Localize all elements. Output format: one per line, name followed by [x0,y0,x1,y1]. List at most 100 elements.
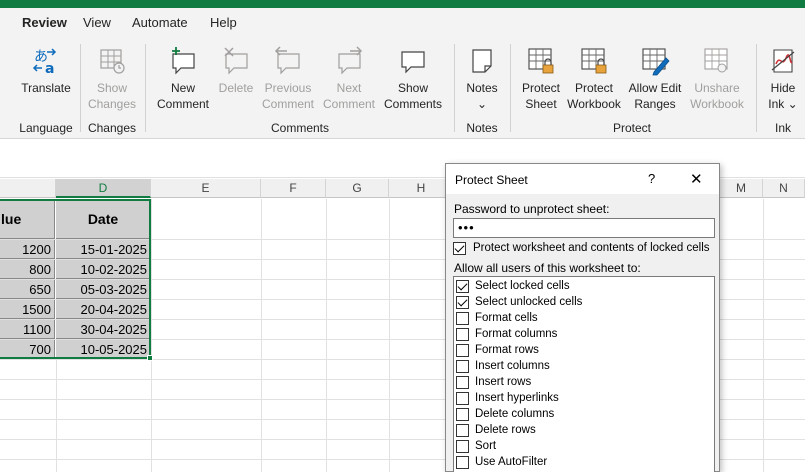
permission-checkbox[interactable] [456,360,469,373]
permission-label: Select locked cells [475,280,570,292]
allow-edit-ranges-label-1: Allow Edit [628,81,682,95]
allow-users-label: Allow all users of this worksheet to: [454,261,641,275]
table-cell-date[interactable]: 05-03-2025 [56,280,150,299]
permission-label: Select unlocked cells [475,296,583,308]
show-changes-icon [100,49,125,74]
previous-comment-icon [274,46,300,75]
permission-label: Use AutoFilter [475,456,548,468]
permission-checkbox[interactable] [456,456,469,469]
permission-label: Delete rows [475,424,536,436]
note-icon [472,49,492,73]
permission-label: Insert columns [475,360,550,372]
help-button[interactable]: ? [648,171,655,186]
table-cell-value[interactable]: 1100 [0,320,55,339]
unshare-workbook-label-2: Workbook [690,97,744,111]
hide-ink-label-2: Ink ⌄ [768,97,798,111]
comments-group-label: Comments [270,121,329,135]
protect-contents-checkbox[interactable] [453,242,466,255]
ribbon: あ a Translate Language Show Changes Chang… [0,38,805,139]
dialog-title: Protect Sheet [455,173,528,187]
table-cell-date[interactable]: 20-04-2025 [56,300,150,319]
group-separator [80,44,81,132]
translate-button[interactable]: あ a Translate [16,38,76,118]
show-changes-label-1: Show [96,81,128,95]
permission-label: Insert rows [475,376,532,388]
notes-group-label: Notes [466,121,498,135]
permissions-list[interactable]: Select locked cells Select unlocked cell… [453,276,715,472]
table-header-date[interactable]: Date [56,199,150,239]
previous-comment-button[interactable]: Previous Comment [258,38,318,118]
protect-sheet-icon [528,48,554,74]
dialog-title-bar[interactable]: Protect Sheet ? ✕ [446,164,719,194]
permission-checkbox[interactable] [456,280,469,293]
notes-label: Notes [466,81,498,95]
column-header-f[interactable]: F [261,179,326,198]
table-cell-date[interactable]: 30-04-2025 [56,320,150,339]
tab-review[interactable]: Review [22,15,67,30]
protect-group-label: Protect [612,121,651,135]
show-changes-button[interactable]: Show Changes [84,38,140,118]
table-cell-value[interactable]: 1500 [0,300,55,319]
svg-text:a: a [45,61,54,76]
unshare-workbook-button[interactable]: Unshare Workbook [686,38,748,118]
protect-sheet-label-2: Sheet [525,97,557,111]
delete-comment-label: Delete [218,81,254,95]
tab-view[interactable]: View [83,15,111,30]
table-cell-value[interactable]: 700 [0,340,55,359]
delete-comment-button[interactable]: Delete [214,38,258,118]
password-input[interactable]: ••• [453,218,715,238]
protect-sheet-button[interactable]: Protect Sheet [516,38,566,118]
next-comment-button[interactable]: Next Comment [318,38,380,118]
unshare-workbook-icon [704,48,728,73]
protect-workbook-label-1: Protect [574,81,613,95]
permission-checkbox[interactable] [456,312,469,325]
password-label: Password to unprotect sheet: [454,202,610,216]
protect-contents-label: Protect worksheet and contents of locked… [473,242,710,254]
show-comments-button[interactable]: Show Comments [380,38,446,118]
group-separator [756,44,757,132]
table-cell-value[interactable]: 650 [0,280,55,299]
protect-workbook-icon [581,48,607,74]
table-cell-date[interactable]: 15-01-2025 [56,240,150,259]
group-separator [510,44,511,132]
permission-checkbox[interactable] [456,296,469,309]
protect-workbook-button[interactable]: Protect Workbook [564,38,624,118]
column-header-n[interactable]: N [763,179,805,198]
permission-checkbox[interactable] [456,376,469,389]
permission-label: Insert hyperlinks [475,392,559,404]
new-comment-label-1: New [170,81,195,95]
column-header-d[interactable]: D [56,179,151,198]
language-group-label: Language [19,121,73,135]
permission-checkbox[interactable] [456,344,469,357]
table-cell-date[interactable]: 10-05-2025 [56,340,150,359]
table-header-value[interactable]: lue [0,199,55,239]
hide-ink-button[interactable]: Hide Ink ⌄ [762,38,804,118]
allow-edit-ranges-button[interactable]: Allow Edit Ranges [624,38,686,118]
previous-comment-label-2: Comment [261,97,314,111]
permission-checkbox[interactable] [456,408,469,421]
show-comments-label-2: Comments [383,97,442,111]
permission-checkbox[interactable] [456,392,469,405]
column-header-g[interactable]: G [326,179,389,198]
permission-checkbox[interactable] [456,424,469,437]
table-cell-value[interactable]: 1200 [0,240,55,259]
tab-automate[interactable]: Automate [132,15,188,30]
translate-label: Translate [21,81,71,95]
tab-help[interactable]: Help [210,15,237,30]
new-comment-button[interactable]: New Comment [152,38,214,118]
permission-label: Format rows [475,344,539,356]
permission-checkbox[interactable] [456,440,469,453]
notes-button[interactable]: Notes ⌄ [460,38,504,118]
permission-label: Format columns [475,328,558,340]
group-separator [454,44,455,132]
column-header-e[interactable]: E [151,179,261,198]
table-cell-date[interactable]: 10-02-2025 [56,260,150,279]
column-header-c[interactable] [0,179,56,198]
close-button[interactable]: ✕ [690,170,703,188]
table-cell-value[interactable]: 800 [0,260,55,279]
permission-label: Format cells [475,312,538,324]
allow-edit-ranges-label-2: Ranges [634,97,676,111]
fill-handle[interactable] [147,355,153,361]
permission-checkbox[interactable] [456,328,469,341]
column-header-m[interactable]: M [720,179,763,198]
